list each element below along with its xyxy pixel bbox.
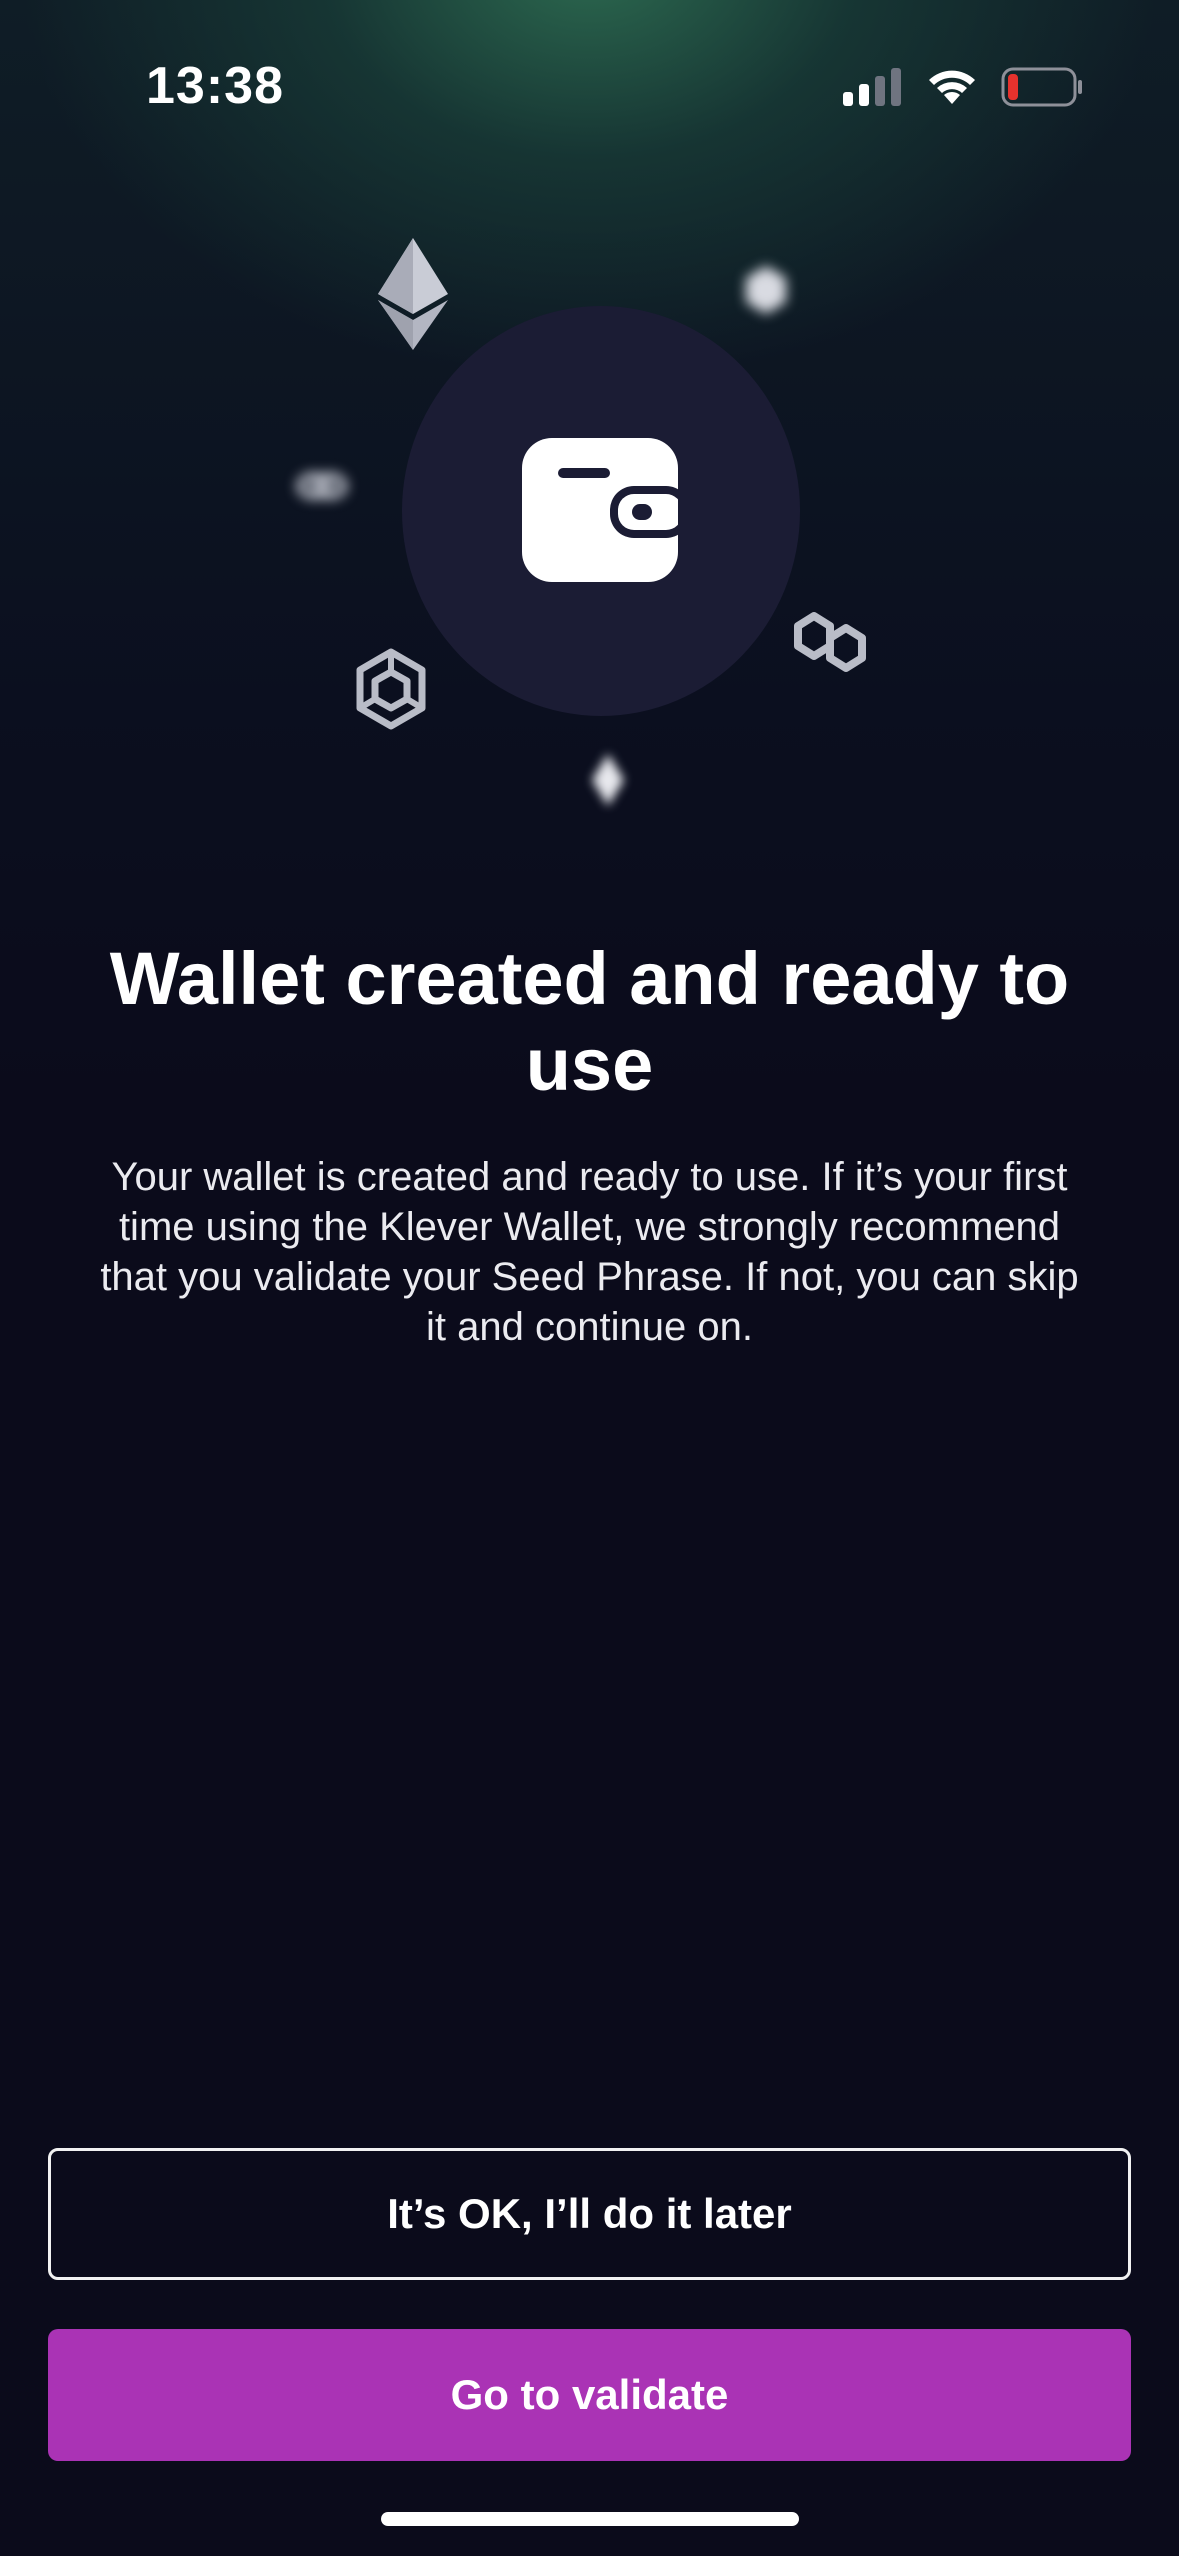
wifi-icon xyxy=(929,70,975,104)
wallet-created-screen: 13:38 Wallet created and ready to use Yo… xyxy=(0,0,1179,2556)
hero-illustration xyxy=(0,200,1179,840)
bnb-icon xyxy=(356,648,426,730)
wallet-icon xyxy=(522,438,678,582)
go-to-validate-button[interactable]: Go to validate xyxy=(48,2329,1131,2461)
do-it-later-button[interactable]: It’s OK, I’ll do it later xyxy=(48,2148,1131,2280)
blurred-coin-icon xyxy=(746,266,786,314)
blurred-link-icon xyxy=(296,472,348,500)
signal-icon xyxy=(843,68,901,106)
blurred-crystal-icon xyxy=(592,754,624,806)
page-description: Your wallet is created and ready to use.… xyxy=(100,1155,1079,1349)
status-icons xyxy=(843,64,1083,110)
battery-icon xyxy=(1001,67,1082,107)
status-time: 13:38 xyxy=(146,57,284,115)
home-indicator xyxy=(381,2512,799,2526)
polygon-icon xyxy=(794,612,866,672)
ethereum-icon xyxy=(378,238,448,350)
status-bar: 13:38 xyxy=(0,0,1179,170)
page-title: Wallet created and ready to use xyxy=(109,937,1070,1106)
